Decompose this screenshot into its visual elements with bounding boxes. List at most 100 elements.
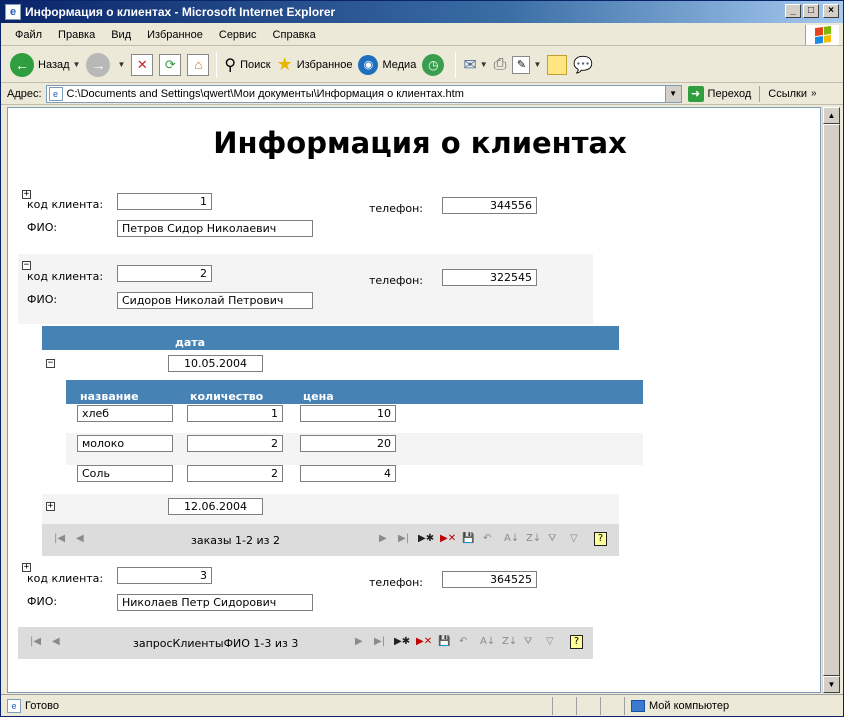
go-label: Переход [707, 87, 752, 100]
back-dropdown-icon[interactable]: ▼ [73, 60, 81, 69]
back-button[interactable]: ← Назад ▼ [7, 50, 83, 80]
item-2-price-field[interactable]: 20 [300, 435, 396, 452]
favorites-button[interactable]: ★ Избранное [274, 50, 356, 80]
last-record-icon[interactable]: ▶| [374, 636, 385, 647]
first-record-icon[interactable]: |◀ [54, 533, 65, 544]
stop-button[interactable]: ✕ [128, 50, 156, 80]
menu-favorites[interactable]: Избранное [139, 29, 211, 41]
sort-descending-icon[interactable]: Z↓ [526, 533, 541, 544]
new-record-icon[interactable]: ▶✱ [394, 636, 410, 647]
scroll-thumb[interactable] [823, 124, 840, 676]
toggle-filter-icon[interactable]: ▽ [570, 533, 578, 544]
client-1-phone-field[interactable]: 344556 [442, 197, 537, 214]
item-2-qty-field[interactable]: 2 [187, 435, 283, 452]
delete-record-icon[interactable]: ▶✕ [416, 636, 432, 647]
standard-toolbar: ← Назад ▼ → ▼ ✕ ⟳ ⌂ ⚲ Поиск ★ Избранное … [1, 47, 843, 83]
search-button[interactable]: ⚲ Поиск [221, 50, 273, 80]
my-computer-icon [631, 699, 645, 712]
help-icon[interactable]: ? [594, 532, 607, 546]
client-3-code-field[interactable]: 3 [117, 567, 212, 584]
help-icon[interactable]: ? [570, 635, 583, 649]
windows-logo [805, 25, 839, 45]
print-button[interactable]: ⎙ [491, 50, 510, 80]
item-1-qty-field[interactable]: 1 [187, 405, 283, 422]
zone-text: Мой компьютер [649, 699, 730, 712]
messenger-button[interactable]: 💬 [570, 50, 596, 80]
orders-nav-text: заказы 1-2 из 2 [191, 534, 280, 547]
client-1-fio-field[interactable]: Петров Сидор Николаевич [117, 220, 313, 237]
home-button[interactable]: ⌂ [184, 50, 212, 80]
menu-file[interactable]: Файл [7, 29, 50, 41]
client-2-code-field[interactable]: 2 [117, 265, 212, 282]
menu-edit[interactable]: Правка [50, 29, 103, 41]
item-3-name-field[interactable]: Соль [77, 465, 173, 482]
first-record-icon[interactable]: |◀ [30, 636, 41, 647]
vertical-scrollbar[interactable]: ▲ ▼ [822, 107, 840, 693]
delete-record-icon[interactable]: ▶✕ [440, 533, 456, 544]
item-3-price-field[interactable]: 4 [300, 465, 396, 482]
client-3-expand-toggle[interactable]: + [22, 563, 31, 572]
item-1-price-field[interactable]: 10 [300, 405, 396, 422]
item-3-qty-field[interactable]: 2 [187, 465, 283, 482]
close-button[interactable]: × [823, 4, 839, 18]
mail-dropdown-icon[interactable]: ▼ [480, 60, 488, 69]
refresh-button[interactable]: ⟳ [156, 50, 184, 80]
scroll-down-icon[interactable]: ▼ [823, 676, 840, 693]
menu-view[interactable]: Вид [103, 29, 139, 41]
toggle-filter-icon[interactable]: ▽ [546, 636, 554, 647]
stop-icon: ✕ [131, 53, 154, 76]
order-2-expand-toggle[interactable]: + [46, 502, 55, 511]
sort-ascending-icon[interactable]: A↓ [504, 533, 519, 544]
mail-button[interactable]: ✉ ▼ [460, 50, 490, 80]
client-3-fio-field[interactable]: Николаев Петр Сидорович [117, 594, 313, 611]
client-2-expand-toggle[interactable]: − [22, 261, 31, 270]
star-icon: ★ [276, 54, 293, 74]
order-1-expand-toggle[interactable]: − [46, 359, 55, 368]
address-dropdown-icon[interactable]: ▼ [664, 85, 681, 102]
client-3-phone-field[interactable]: 364525 [442, 571, 537, 588]
save-record-icon[interactable]: 💾 [438, 636, 450, 647]
phone-label: телефон: [369, 576, 424, 589]
prev-record-icon[interactable]: ◀ [52, 636, 60, 647]
save-record-icon[interactable]: 💾 [462, 533, 474, 544]
undo-icon[interactable]: ↶ [483, 533, 491, 544]
links-button[interactable]: Ссылки » [768, 88, 816, 100]
go-button[interactable]: ➜ Переход [687, 85, 761, 102]
client-2-row [18, 254, 593, 324]
order-1-date-field[interactable]: 10.05.2004 [168, 355, 263, 372]
history-button[interactable]: ◷ [419, 50, 451, 80]
filter-by-selection-icon[interactable]: ⛛ [524, 636, 532, 647]
menu-tools[interactable]: Сервис [211, 29, 265, 41]
item-1-name-field[interactable]: хлеб [77, 405, 173, 422]
media-button[interactable]: ◉ Медиа [355, 50, 419, 80]
next-record-icon[interactable]: ▶ [355, 636, 363, 647]
prev-record-icon[interactable]: ◀ [76, 533, 84, 544]
menu-help[interactable]: Справка [265, 29, 324, 41]
minimize-button[interactable]: _ [785, 4, 801, 18]
edit-dropdown-icon[interactable]: ▼ [533, 60, 541, 69]
edit-button[interactable]: ✎ ▼ [509, 50, 544, 80]
next-record-icon[interactable]: ▶ [379, 533, 387, 544]
go-arrow-icon: ➜ [687, 85, 704, 102]
fio-label: ФИО: [27, 293, 58, 306]
toolbar-separator [216, 51, 218, 78]
client-2-phone-field[interactable]: 322545 [442, 269, 537, 286]
forward-button[interactable]: → ▼ [83, 50, 128, 80]
new-record-icon[interactable]: ▶✱ [418, 533, 434, 544]
maximize-button[interactable]: □ [803, 4, 819, 18]
sort-descending-icon[interactable]: Z↓ [502, 636, 517, 647]
order-2-date-field[interactable]: 12.06.2004 [168, 498, 263, 515]
sort-ascending-icon[interactable]: A↓ [480, 636, 495, 647]
client-2-fio-field[interactable]: Сидоров Николай Петрович [117, 292, 313, 309]
undo-icon[interactable]: ↶ [459, 636, 467, 647]
note-icon [547, 54, 568, 75]
media-label: Медиа [382, 58, 417, 71]
discuss-button[interactable] [544, 50, 570, 80]
client-1-code-field[interactable]: 1 [117, 193, 212, 210]
scroll-up-icon[interactable]: ▲ [823, 107, 840, 124]
forward-dropdown-icon[interactable]: ▼ [117, 60, 125, 69]
filter-by-selection-icon[interactable]: ⛛ [548, 533, 556, 544]
item-2-name-field[interactable]: молоко [77, 435, 173, 452]
last-record-icon[interactable]: ▶| [398, 533, 409, 544]
address-input[interactable]: e C:\Documents and Settings\qwert\Мои до… [45, 84, 682, 103]
